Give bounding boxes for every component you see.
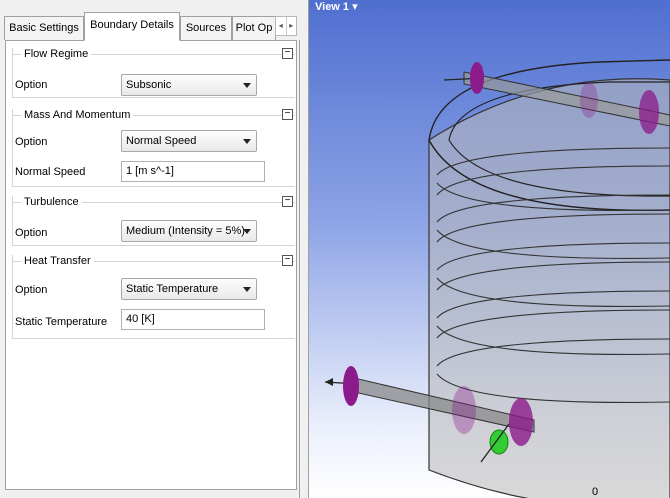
panel-splitter[interactable] (300, 0, 309, 498)
tab-scroll-right-icon[interactable]: ▸ (285, 17, 297, 35)
collapse-icon[interactable]: − (282, 255, 293, 266)
axis-label: 0 (592, 486, 598, 498)
select-value: Normal Speed (126, 135, 197, 147)
collapse-icon[interactable]: − (282, 196, 293, 207)
tab-plot-options[interactable]: Plot Op (232, 16, 276, 40)
static-temperature-label: Static Temperature (15, 316, 108, 328)
turbulence-option-select[interactable]: Medium (Intensity = 5%) (121, 220, 257, 242)
flow-regime-option-label: Option (15, 79, 48, 91)
static-temperature-field[interactable]: 40 [K] (121, 309, 265, 330)
mass-momentum-option-label: Option (15, 136, 48, 148)
collapse-icon[interactable]: − (282, 109, 293, 120)
flow-regime-group: Flow Regime − Option Subsonic (12, 48, 295, 98)
details-panel: Basic Settings Boundary Details Sources … (0, 0, 300, 498)
mass-momentum-group: Mass And Momentum − Option Normal Speed … (12, 109, 295, 187)
turbulence-group: Turbulence − Option Medium (Intensity = … (12, 196, 295, 246)
cylinder-body (428, 78, 670, 498)
tab-scroll-buttons: ◂ ▸ (275, 16, 297, 36)
boundary-details-content: Flow Regime − Option Subsonic Mass And M… (5, 40, 297, 490)
normal-speed-field[interactable]: 1 [m s^-1] (121, 161, 265, 182)
chevron-down-icon (243, 139, 251, 144)
tab-boundary-details[interactable]: Boundary Details (84, 12, 180, 41)
3d-viewport[interactable]: View 1 ▾ 0 (309, 0, 670, 498)
collapse-icon[interactable]: − (282, 48, 293, 59)
mass-momentum-option-select[interactable]: Normal Speed (121, 130, 257, 152)
select-value: Subsonic (126, 79, 172, 91)
chevron-down-icon (243, 229, 251, 234)
group-header: Mass And Momentum − (13, 109, 295, 121)
chevron-down-icon (243, 287, 251, 292)
group-header: Flow Regime − (13, 48, 295, 60)
turbulence-option-label: Option (15, 227, 48, 239)
select-value: Medium (Intensity = 5%) (126, 225, 245, 237)
tab-bar: Basic Settings Boundary Details Sources … (0, 0, 300, 41)
group-title: Mass And Momentum (21, 109, 134, 121)
heat-transfer-option-select[interactable]: Static Temperature (121, 278, 257, 300)
tab-scroll-left-icon[interactable]: ◂ (276, 17, 286, 35)
group-header: Turbulence − (13, 196, 295, 208)
tab-basic-settings[interactable]: Basic Settings (4, 16, 84, 40)
heat-transfer-option-label: Option (15, 284, 48, 296)
group-header: Heat Transfer − (13, 255, 295, 267)
normal-speed-label: Normal Speed (15, 166, 86, 178)
flow-regime-option-select[interactable]: Subsonic (121, 74, 257, 96)
group-title: Turbulence (21, 196, 82, 208)
geometry-scene: 0 (324, 59, 670, 498)
chevron-down-icon (243, 83, 251, 88)
select-value: Static Temperature (126, 283, 219, 295)
group-title: Flow Regime (21, 48, 92, 60)
tab-sources[interactable]: Sources (180, 16, 232, 40)
heat-transfer-group: Heat Transfer − Option Static Temperatur… (12, 255, 295, 339)
group-title: Heat Transfer (21, 255, 94, 267)
